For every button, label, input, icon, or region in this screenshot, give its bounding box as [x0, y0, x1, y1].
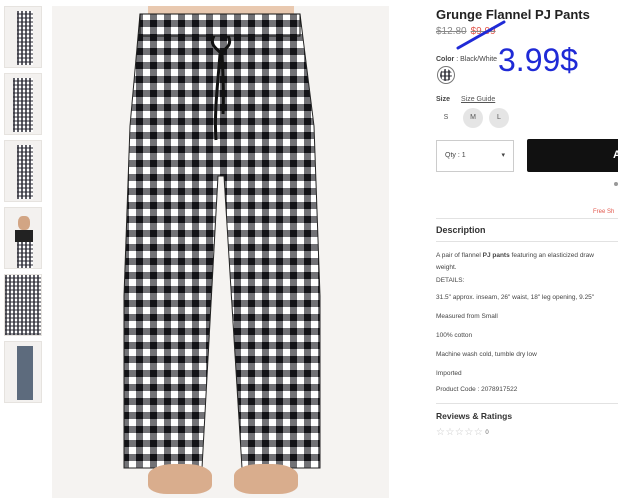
thumbnail-pants-image	[17, 145, 33, 199]
thumbnail-6[interactable]	[4, 341, 42, 403]
size-guide-link[interactable]: Size Guide	[461, 96, 495, 103]
reviews-title: Reviews & Ratings	[436, 411, 513, 421]
measured-from: Measured from Small	[436, 313, 498, 320]
rating-stars[interactable]: ☆☆☆☆☆ 0	[436, 427, 489, 438]
quantity-select[interactable]: Qty : 1 ▾	[436, 140, 514, 172]
measurements: 31.5" approx. inseam, 26" waist, 18" leg…	[436, 294, 595, 301]
description-title: Description	[436, 225, 486, 235]
description-line-1: A pair of flannel PJ pants featuring an …	[436, 252, 594, 259]
main-product-image[interactable]	[52, 6, 389, 498]
chevron-down-icon: ▾	[501, 152, 505, 159]
details-label: DETAILS:	[436, 277, 465, 284]
divider	[436, 403, 618, 404]
price-handwritten: 3.99$	[498, 42, 579, 78]
thumbnail-model-head	[18, 216, 30, 230]
model-right-foot	[234, 464, 298, 494]
description-line-2: weight.	[436, 264, 457, 271]
color-value: Black/White	[460, 56, 498, 63]
care-instructions: Machine wash cold, tumble dry low	[436, 351, 537, 358]
origin: Imported	[436, 370, 462, 377]
loading-dot-icon	[614, 182, 618, 186]
color-swatch-black-white[interactable]	[437, 66, 455, 84]
color-label-title: Color	[436, 56, 455, 63]
description-bold-text: PJ pants	[482, 252, 510, 259]
color-label: Color : Black/White	[436, 56, 498, 63]
size-option-m[interactable]: M	[463, 108, 483, 128]
thumbnail-pants-image	[17, 11, 33, 65]
product-code: Product Code : 2078917522	[436, 386, 518, 393]
divider	[436, 241, 618, 242]
material: 100% cotton	[436, 332, 473, 339]
drawstring	[210, 35, 232, 141]
thumbnail-pants-image	[17, 242, 33, 268]
thumbnail-pants-image	[13, 78, 33, 132]
review-count: 0	[485, 430, 490, 436]
add-to-bag-button[interactable]: A	[527, 139, 618, 172]
thumbnail-fabric-closeup	[5, 275, 41, 335]
star-icons: ☆☆☆☆☆	[436, 427, 484, 438]
quantity-value: Qty : 1	[445, 152, 466, 159]
thumbnail-4[interactable]	[4, 207, 42, 269]
thumbnail-2[interactable]	[4, 73, 42, 135]
product-details-panel: Grunge Flannel PJ Pants $12.80 $9.99 3.99…	[436, 0, 618, 500]
model-left-foot	[148, 464, 212, 494]
size-label: Size	[436, 96, 451, 103]
thumbnail-model-top	[15, 230, 33, 242]
thumbnail-1[interactable]	[4, 6, 42, 68]
description-text: A pair of flannel	[436, 252, 483, 259]
thumbnail-pants-image	[17, 346, 33, 400]
size-option-s[interactable]: S	[436, 108, 456, 128]
description-text: featuring an elasticized draw	[509, 252, 594, 259]
thumbnail-5[interactable]	[4, 274, 42, 336]
thumbnail-3[interactable]	[4, 140, 42, 202]
free-shipping-link[interactable]: Free Sh	[593, 209, 614, 215]
size-option-l[interactable]: L	[489, 108, 509, 128]
swatch-pattern	[440, 69, 452, 81]
divider	[436, 218, 618, 219]
